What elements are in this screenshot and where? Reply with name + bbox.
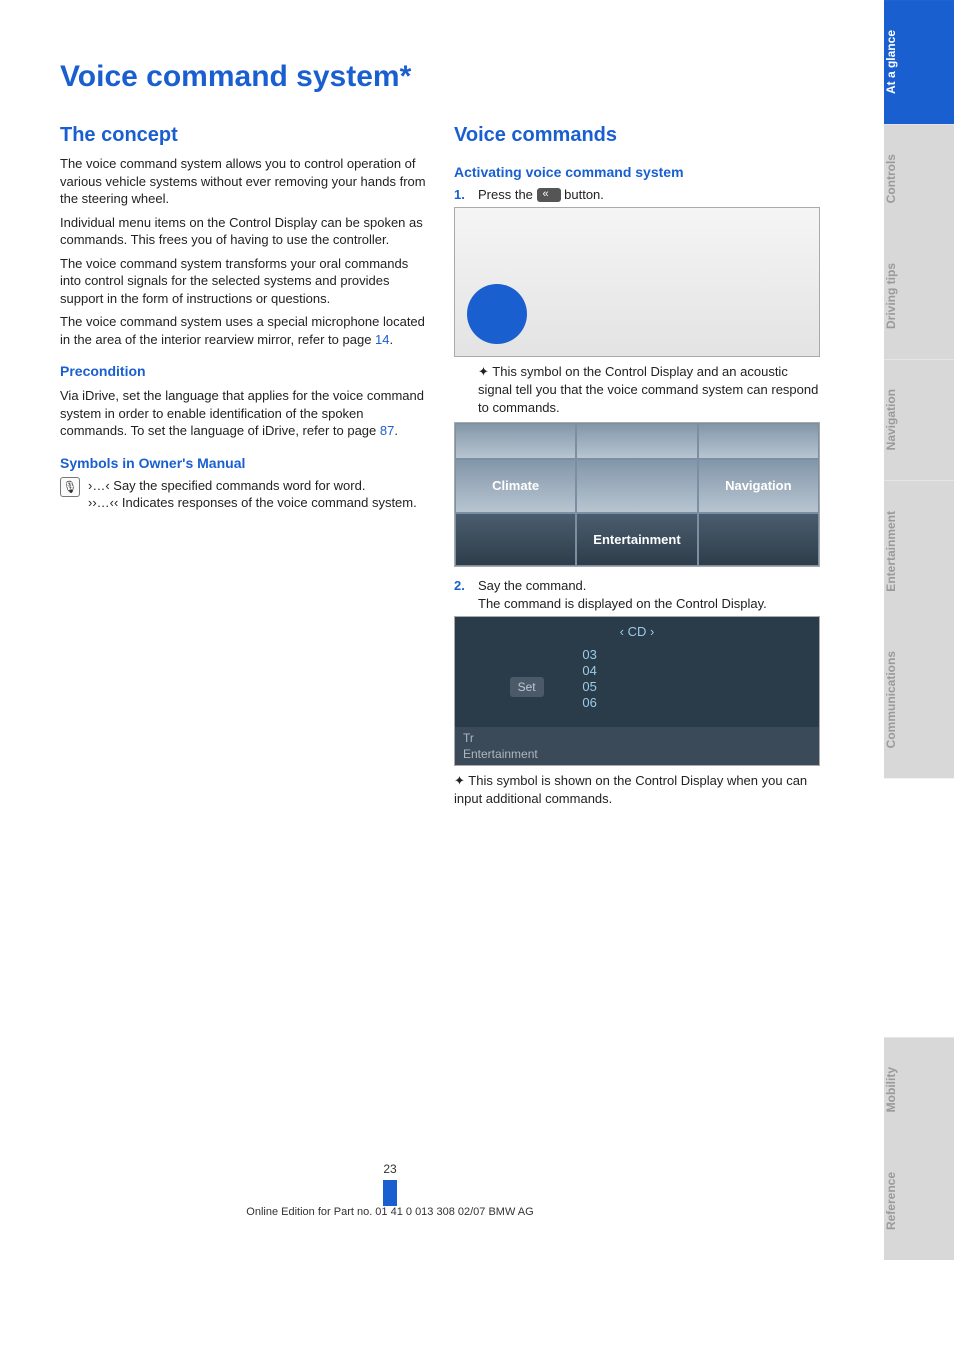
cd-track-06: 06 bbox=[582, 695, 596, 711]
menu-cell-bl bbox=[455, 513, 576, 567]
dashboard-illustration: «٭ bbox=[454, 207, 820, 357]
menu-cell-blank-3 bbox=[698, 423, 819, 459]
left-column: The concept The voice command system all… bbox=[60, 122, 426, 813]
tab-controls[interactable]: Controls bbox=[884, 124, 954, 233]
voice-symbol-icon: ✦ bbox=[478, 364, 489, 379]
voice-symbol-icon-2: ✦ bbox=[454, 773, 465, 788]
precondition-b: . bbox=[394, 423, 398, 438]
cd-track-04: 04 bbox=[582, 663, 596, 679]
page-title: Voice command system* bbox=[60, 60, 914, 94]
talk-button-icon bbox=[537, 188, 561, 202]
cd-footer-tr: Tr bbox=[463, 731, 474, 745]
cd-set-button: Set bbox=[510, 677, 544, 697]
right-column: Voice commands Activating voice command … bbox=[454, 122, 820, 813]
voice-icon bbox=[60, 477, 80, 497]
step-1: 1. Press the button. bbox=[454, 186, 820, 204]
steering-wheel-voice-icon: «٭ bbox=[483, 297, 507, 327]
page-number: 23 bbox=[0, 1162, 780, 1206]
cd-tracks: 03 04 05 06 bbox=[582, 647, 596, 711]
step-2-a: Say the command. bbox=[478, 578, 586, 593]
page-link-87[interactable]: 87 bbox=[380, 423, 394, 438]
concept-p1: The voice command system allows you to c… bbox=[60, 155, 426, 208]
tab-navigation[interactable]: Navigation bbox=[884, 359, 954, 480]
precondition-a: Via iDrive, set the language that applie… bbox=[60, 388, 424, 438]
menu-cell-blank-1 bbox=[455, 423, 576, 459]
tab-reference[interactable]: Reference bbox=[884, 1142, 954, 1260]
symbol-say-text: ›…‹ Say the specified commands word for … bbox=[88, 477, 417, 495]
menu-cell-br bbox=[698, 513, 819, 567]
concept-p4: The voice command system uses a special … bbox=[60, 313, 426, 348]
tab-communications[interactable]: Communications bbox=[884, 621, 954, 778]
menu-cell-climate: Climate bbox=[455, 459, 576, 513]
cd-footer-ent: Entertainment bbox=[463, 747, 538, 761]
concept-p2: Individual menu items on the Control Dis… bbox=[60, 214, 426, 249]
tab-driving-tips[interactable]: Driving tips bbox=[884, 233, 954, 359]
sidebar-tabs: At a glance Controls Driving tips Naviga… bbox=[884, 0, 954, 1260]
symbol-display-para: ✦ This symbol on the Control Display and… bbox=[454, 363, 820, 416]
cd-header: ‹ CD › bbox=[455, 623, 819, 641]
heading-concept: The concept bbox=[60, 122, 426, 149]
step-2-num: 2. bbox=[454, 577, 468, 612]
heading-symbols: Symbols in Owner's Manual bbox=[60, 454, 426, 473]
cd-display-illustration: ‹ CD › 03 04 05 06 Set 00:00 Tr Entertai… bbox=[454, 616, 820, 766]
idrive-menu-illustration: Climate Navigation Entertainment bbox=[454, 422, 820, 567]
heading-activating: Activating voice command system bbox=[454, 163, 820, 182]
cd-footer: Tr Entertainment bbox=[455, 727, 819, 765]
concept-p3: The voice command system transforms your… bbox=[60, 255, 426, 308]
concept-p4-b: . bbox=[390, 332, 394, 347]
heading-precondition: Precondition bbox=[60, 362, 426, 381]
step-1-a: Press the bbox=[478, 187, 537, 202]
step-2: 2. Say the command. The command is displ… bbox=[454, 577, 820, 612]
tab-entertainment[interactable]: Entertainment bbox=[884, 481, 954, 622]
final-para: ✦ This symbol is shown on the Control Di… bbox=[454, 772, 820, 807]
precondition-p: Via iDrive, set the language that applie… bbox=[60, 387, 426, 440]
symbol-response-text: ››…‹‹ Indicates responses of the voice c… bbox=[88, 494, 417, 512]
tab-mobility[interactable]: Mobility bbox=[884, 1037, 954, 1142]
heading-voice-commands: Voice commands bbox=[454, 122, 820, 149]
page-link-14[interactable]: 14 bbox=[375, 332, 389, 347]
menu-cell-entertainment: Entertainment bbox=[576, 513, 697, 567]
page-footer: 23 Online Edition for Part no. 01 41 0 0… bbox=[0, 1156, 780, 1218]
menu-cell-blank-2 bbox=[576, 423, 697, 459]
step-1-b: button. bbox=[561, 187, 604, 202]
tab-at-a-glance[interactable]: At a glance bbox=[884, 0, 954, 124]
symbol-row-say: ›…‹ Say the specified commands word for … bbox=[60, 477, 426, 512]
symbol-display-text: This symbol on the Control Display and a… bbox=[478, 364, 818, 414]
step-2-b: The command is displayed on the Control … bbox=[478, 596, 767, 611]
concept-p4-a: The voice command system uses a special … bbox=[60, 314, 425, 347]
edition-line: Online Edition for Part no. 01 41 0 013 … bbox=[246, 1206, 533, 1218]
menu-cell-navigation: Navigation bbox=[698, 459, 819, 513]
step-1-num: 1. bbox=[454, 186, 468, 204]
sidebar-gap bbox=[884, 779, 954, 1037]
cd-track-03: 03 bbox=[582, 647, 596, 663]
final-para-text: This symbol is shown on the Control Disp… bbox=[454, 773, 807, 806]
cd-track-05: 05 bbox=[582, 679, 596, 695]
menu-cell-center bbox=[576, 459, 697, 513]
